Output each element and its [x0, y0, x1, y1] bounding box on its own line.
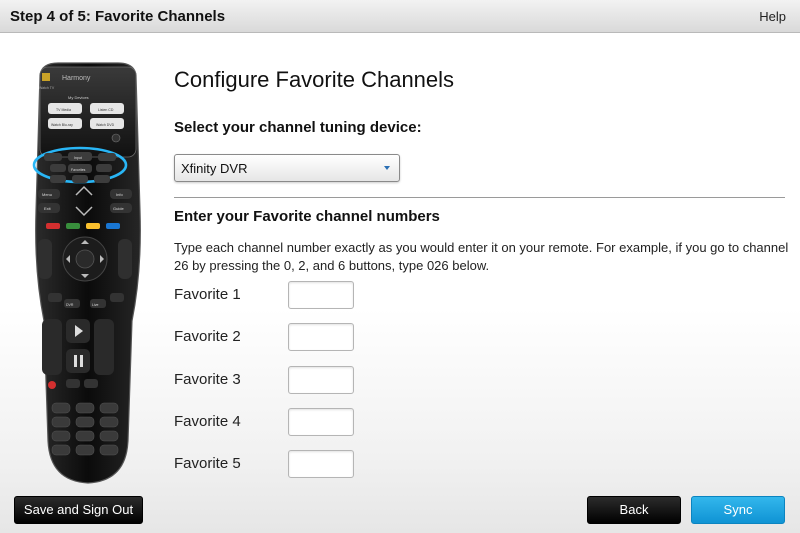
page-title: Configure Favorite Channels	[174, 67, 455, 92]
remote-device-label: Listen CD	[98, 108, 114, 112]
harmony-remote-image: Harmony Watch TV My Devices TV Media Lis…	[28, 61, 148, 485]
favorite-3-input[interactable]	[288, 366, 354, 394]
top-bar: Step 4 of 5: Favorite Channels Help	[0, 0, 800, 33]
favorite-5-label: Favorite 5	[174, 455, 241, 472]
remote-dvr-label: DVR	[66, 303, 74, 307]
favorite-2-input[interactable]	[288, 323, 354, 351]
favorite-1-input[interactable]	[288, 281, 354, 309]
watch-tv-icon	[42, 73, 50, 81]
favorite-2-label: Favorite 2	[174, 328, 241, 345]
remote-info-label: Info	[116, 192, 123, 197]
tuning-device-label: Select your channel tuning device:	[174, 119, 422, 136]
back-button[interactable]: Back	[587, 496, 681, 524]
remote-device-label: Watch Blu-ray	[51, 123, 73, 127]
channel-rocker	[118, 239, 132, 279]
ok-button	[75, 249, 95, 269]
remote-my-devices: My Devices	[68, 95, 89, 100]
favorite-4-label: Favorite 4	[174, 413, 241, 430]
remote-device-label: TV Media	[56, 108, 71, 112]
remote-device-label: Watch DVD	[96, 123, 115, 127]
pause-icon	[74, 355, 77, 367]
remote-live-label: Live	[92, 303, 98, 307]
record-icon	[48, 381, 56, 389]
remote-guide-label: Guide	[113, 206, 124, 211]
remote-exit-label: Exit	[44, 206, 52, 211]
dropdown-arrow-icon	[384, 166, 390, 170]
favorite-3-label: Favorite 3	[174, 371, 241, 388]
remote-menu-label: Menu	[42, 192, 52, 197]
blue-button	[106, 223, 120, 229]
remote-input-label: Input	[74, 156, 82, 160]
tuning-device-dropdown[interactable]: Xfinity DVR	[174, 154, 400, 182]
tuning-device-value: Xfinity DVR	[181, 161, 248, 176]
save-and-sign-out-button[interactable]: Save and Sign Out	[14, 496, 143, 524]
favorite-4-input[interactable]	[288, 408, 354, 436]
power-icon	[111, 133, 121, 143]
help-link[interactable]: Help	[759, 9, 786, 24]
favorite-5-input[interactable]	[288, 450, 354, 478]
step-title: Step 4 of 5: Favorite Channels	[10, 8, 226, 25]
sync-button[interactable]: Sync	[691, 496, 785, 524]
red-button	[46, 223, 60, 229]
yellow-button	[86, 223, 100, 229]
section-divider	[174, 197, 785, 198]
volume-rocker	[38, 239, 52, 279]
remote-favorites-label: Favorites	[71, 168, 86, 172]
green-button	[66, 223, 80, 229]
remote-brand: Harmony	[62, 75, 91, 82]
favorites-instructions: Type each channel number exactly as you …	[174, 240, 789, 273]
favorite-1-label: Favorite 1	[174, 286, 241, 303]
remote-watch-tv: Watch TV	[39, 86, 55, 90]
favorites-heading: Enter your Favorite channel numbers	[174, 208, 440, 225]
content-area: Harmony Watch TV My Devices TV Media Lis…	[0, 33, 800, 533]
